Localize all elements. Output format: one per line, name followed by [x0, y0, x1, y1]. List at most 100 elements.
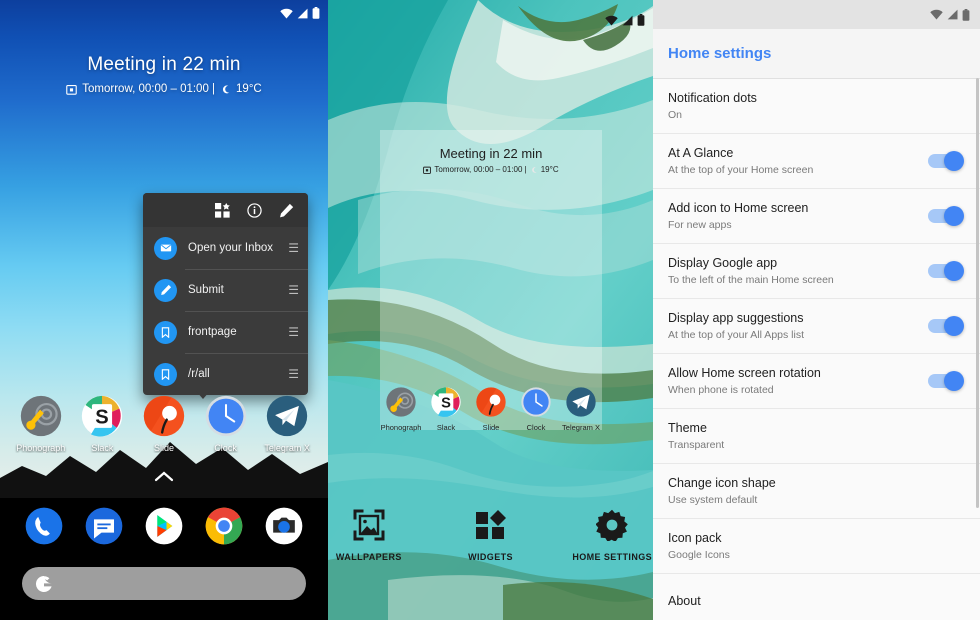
wallpapers-button[interactable]: WALLPAPERS: [328, 505, 410, 562]
app-icon-telegram[interactable]: Telegram X: [560, 386, 602, 432]
setting-row-change-icon-shape[interactable]: Change icon shape Use system default: [653, 464, 980, 519]
info-icon[interactable]: [247, 202, 262, 218]
phone-icon[interactable]: [24, 506, 64, 546]
toggle-switch[interactable]: [928, 261, 964, 281]
all-apps-handle[interactable]: [0, 469, 328, 487]
setting-summary: Use system default: [668, 494, 758, 506]
phonograph-icon: [19, 394, 63, 438]
glance-subtitle: Tomorrow, 00:00 – 01:00 |: [82, 83, 216, 95]
toggle-switch[interactable]: [928, 316, 964, 336]
google-search-bar[interactable]: [22, 567, 306, 600]
setting-row-display-google-app[interactable]: Display Google app To the left of the ma…: [653, 244, 980, 299]
widgets-icon: [450, 505, 532, 545]
shortcut-item[interactable]: /r/all ☰: [143, 353, 308, 395]
wifi-icon: [280, 8, 293, 18]
app-label: Clock: [526, 423, 546, 432]
shortcut-item[interactable]: Submit ☰: [143, 269, 308, 311]
setting-title: At A Glance: [668, 146, 734, 160]
moon-cloud-icon: [222, 84, 230, 93]
pencil-icon: [154, 278, 177, 302]
drag-handle-icon[interactable]: ☰: [288, 283, 299, 297]
at-a-glance-widget[interactable]: Meeting in 22 min Tomorrow, 00:00 – 01:0…: [380, 146, 602, 174]
setting-title: Theme: [668, 421, 707, 435]
home-settings-label: HOME SETTINGS: [572, 552, 653, 562]
setting-summary: At the top of your Home screen: [668, 164, 814, 176]
panel-home-screen: Meeting in 22 min Tomorrow, 00:00 – 01:0…: [0, 0, 328, 620]
app-icon-slack[interactable]: S Slack: [425, 386, 467, 432]
edit-icon[interactable]: [279, 203, 294, 218]
app-icon-slide[interactable]: Slide: [470, 386, 512, 432]
setting-row-theme[interactable]: Theme Transparent: [653, 409, 980, 464]
messages-icon[interactable]: [84, 506, 124, 546]
setting-summary: To the left of the main Home screen: [668, 274, 834, 286]
app-label: Phonograph: [380, 423, 422, 432]
toggle-knob: [944, 261, 964, 281]
drag-handle-icon[interactable]: ☰: [288, 325, 299, 339]
camera-icon[interactable]: [264, 506, 304, 546]
panel-home-edit-mode: Meeting in 22 min Tomorrow, 00:00 – 01:0…: [328, 0, 653, 620]
home-screen-preview-overlay[interactable]: [380, 130, 602, 430]
setting-summary: For new apps: [668, 219, 732, 231]
home-settings-button[interactable]: HOME SETTINGS: [571, 505, 653, 562]
toggle-switch[interactable]: [928, 371, 964, 391]
setting-row-notification-dots[interactable]: Notification dots On: [653, 79, 980, 134]
shortcut-item[interactable]: frontpage ☰: [143, 311, 308, 353]
setting-title: About: [668, 594, 701, 608]
play-store-icon[interactable]: [144, 506, 184, 546]
home-app-row: Phonograph S Slack Slide Clock Telegram …: [380, 386, 602, 432]
setting-row-display-app-suggestions[interactable]: Display app suggestions At the top of yo…: [653, 299, 980, 354]
signal-icon: [297, 8, 308, 18]
shortcut-item[interactable]: Open your Inbox ☰: [143, 227, 308, 269]
app-icon-clock[interactable]: Clock: [515, 386, 557, 432]
home-app-row: Phonograph S Slack Slide Clock Telegram …: [0, 394, 328, 453]
clock-icon: [204, 394, 248, 438]
bookmark-icon: [154, 362, 177, 386]
slide-icon: [475, 386, 507, 418]
app-label: Telegram X: [562, 423, 600, 432]
setting-row-allow-home-screen-rotation[interactable]: Allow Home screen rotation When phone is…: [653, 354, 980, 409]
glance-temperature: 19°C: [236, 83, 262, 95]
app-icon-clock[interactable]: Clock: [198, 394, 254, 453]
app-icon-slide[interactable]: Slide: [136, 394, 192, 453]
at-a-glance-widget[interactable]: Meeting in 22 min Tomorrow, 00:00 – 01:0…: [0, 54, 328, 95]
widgets-button[interactable]: WIDGETS: [450, 505, 532, 562]
app-label: Slack: [436, 423, 456, 432]
mail-icon: [154, 236, 177, 260]
toggle-knob: [944, 371, 964, 391]
page-title: Home settings: [668, 45, 772, 62]
dock-row: [0, 506, 328, 546]
app-icon-phonograph[interactable]: Phonograph: [380, 386, 422, 432]
moon-cloud-icon: [531, 166, 537, 173]
app-icon-telegram[interactable]: Telegram X: [259, 394, 315, 453]
setting-row-about[interactable]: About: [653, 574, 980, 620]
svg-text:S: S: [441, 395, 451, 411]
drag-handle-icon[interactable]: ☰: [288, 241, 299, 255]
settings-header: Home settings: [653, 29, 980, 79]
app-icon-slack[interactable]: S Slack: [74, 394, 130, 453]
glance-temperature: 19°C: [540, 165, 559, 174]
app-label: Slide: [153, 443, 174, 453]
chrome-icon[interactable]: [204, 506, 244, 546]
toggle-knob: [944, 151, 964, 171]
widgets-icon[interactable]: [215, 202, 230, 218]
phonograph-icon: [385, 386, 417, 418]
wifi-icon: [930, 9, 943, 20]
settings-list: Notification dots On At A Glance At the …: [653, 79, 980, 620]
setting-row-icon-pack[interactable]: Icon pack Google Icons: [653, 519, 980, 574]
panel-home-settings: Home settings Notification dots On At A …: [653, 0, 980, 620]
signal-icon: [947, 9, 958, 20]
toggle-switch[interactable]: [928, 151, 964, 171]
setting-title: Add icon to Home screen: [668, 201, 809, 215]
home-edit-actions: WALLPAPERS WIDGETS HOME SETTINGS: [328, 505, 653, 562]
toggle-switch[interactable]: [928, 206, 964, 226]
drag-handle-icon[interactable]: ☰: [288, 367, 299, 381]
setting-summary: Transparent: [668, 439, 725, 451]
glance-subtitle: Tomorrow, 00:00 – 01:00 |: [434, 165, 527, 174]
shortcut-label: Submit: [188, 284, 224, 296]
wallpapers-label: WALLPAPERS: [335, 552, 402, 562]
scrollbar-thumb[interactable]: [976, 78, 979, 508]
app-icon-phonograph[interactable]: Phonograph: [13, 394, 69, 453]
setting-row-add-icon-to-home-screen[interactable]: Add icon to Home screen For new apps: [653, 189, 980, 244]
setting-row-at-a-glance[interactable]: At A Glance At the top of your Home scre…: [653, 134, 980, 189]
app-shortcut-popup[interactable]: Open your Inbox ☰ Submit ☰ frontpage ☰ /…: [143, 193, 308, 395]
